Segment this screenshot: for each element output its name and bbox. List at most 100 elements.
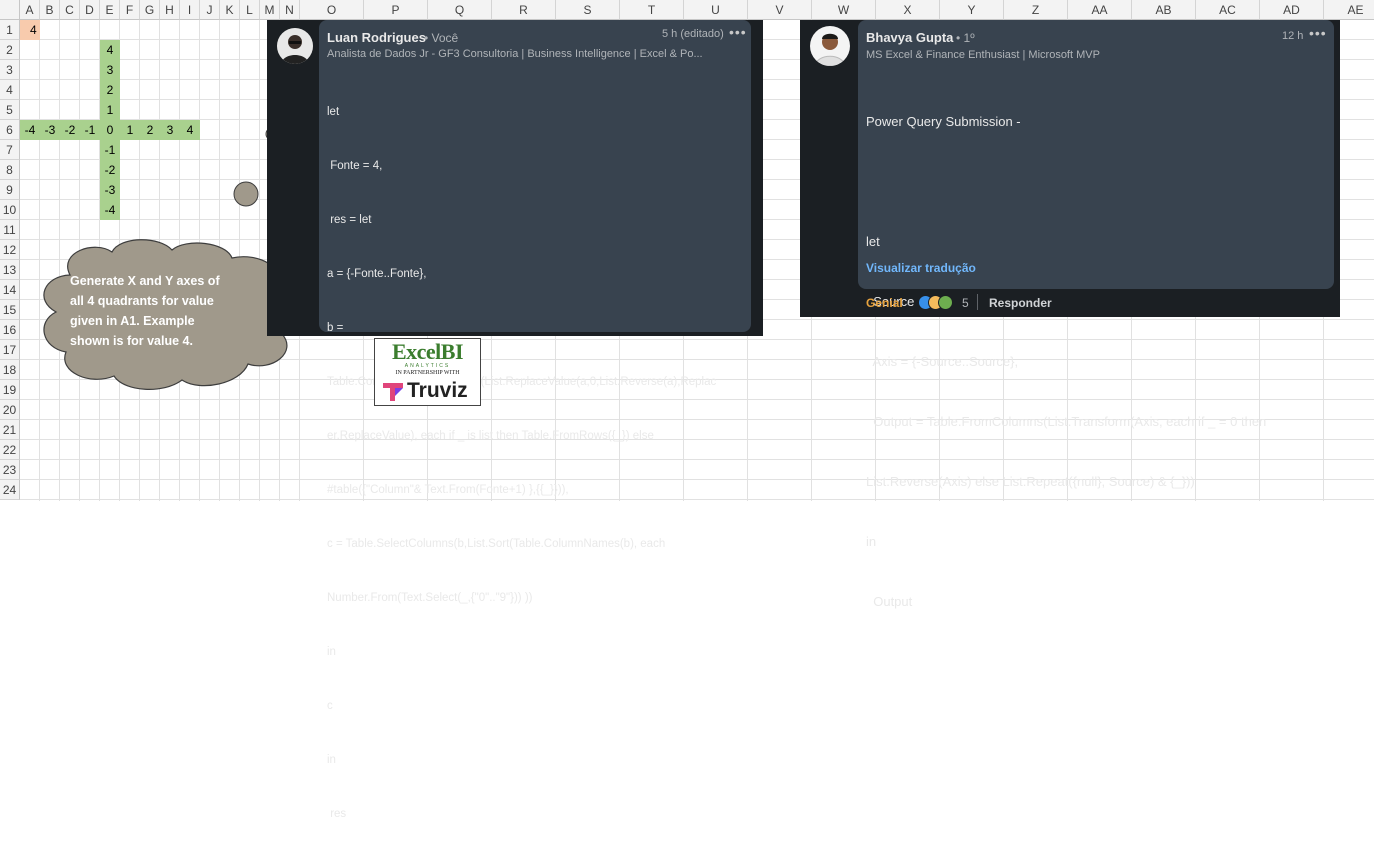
partnership-text: IN PARTNERSHIP WITH bbox=[395, 370, 460, 376]
celebrate-reaction-icon bbox=[938, 295, 953, 310]
column-header-x[interactable]: X bbox=[876, 0, 940, 20]
code-line: let bbox=[327, 106, 340, 118]
row-header-2[interactable]: 2 bbox=[0, 40, 20, 60]
row-header-1[interactable]: 1 bbox=[0, 20, 20, 40]
cell-d6[interactable]: -1 bbox=[80, 120, 100, 140]
column-header-ac[interactable]: AC bbox=[1196, 0, 1260, 20]
column-header-t[interactable]: T bbox=[620, 0, 684, 20]
cell-f6[interactable]: 1 bbox=[120, 120, 140, 140]
cell-e6[interactable]: 0 bbox=[100, 120, 120, 140]
row-header-18[interactable]: 18 bbox=[0, 360, 20, 380]
column-header-h[interactable]: H bbox=[160, 0, 180, 20]
column-header-c[interactable]: C bbox=[60, 0, 80, 20]
commenter-name[interactable]: Luan Rodrigues bbox=[327, 30, 426, 45]
cell-e10[interactable]: -4 bbox=[100, 200, 120, 220]
cloud-line: shown is for value 4. bbox=[70, 334, 193, 348]
comment-bubble: Bhavya Gupta • 1º 12 h ••• MS Excel & Fi… bbox=[858, 20, 1334, 609]
row-header-5[interactable]: 5 bbox=[0, 100, 20, 120]
avatar[interactable] bbox=[810, 26, 850, 66]
truviz-logo-icon bbox=[383, 383, 403, 401]
row-header-13[interactable]: 13 bbox=[0, 260, 20, 280]
cell-g6[interactable]: 2 bbox=[140, 120, 160, 140]
row-header-17[interactable]: 17 bbox=[0, 340, 20, 360]
cell-e8[interactable]: -2 bbox=[100, 160, 120, 180]
more-options-icon[interactable]: ••• bbox=[729, 24, 747, 40]
cloud-callout-text: Generate X and Y axes of all 4 quadrants… bbox=[70, 271, 270, 351]
row-header-21[interactable]: 21 bbox=[0, 420, 20, 440]
cell-h6[interactable]: 3 bbox=[160, 120, 180, 140]
column-header-aa[interactable]: AA bbox=[1068, 0, 1132, 20]
column-header-m[interactable]: M bbox=[260, 0, 280, 20]
cell-e9[interactable]: -3 bbox=[100, 180, 120, 200]
column-header-g[interactable]: G bbox=[140, 0, 160, 20]
column-header-q[interactable]: Q bbox=[428, 0, 492, 20]
row-header-22[interactable]: 22 bbox=[0, 440, 20, 460]
excelbi-sub: ANALYTICS bbox=[404, 363, 451, 369]
comment-time: 12 h bbox=[1282, 30, 1304, 42]
code-line: er.ReplaceValue), each if _ is list then… bbox=[327, 430, 654, 442]
row-header-20[interactable]: 20 bbox=[0, 400, 20, 420]
row-header-16[interactable]: 16 bbox=[0, 320, 20, 340]
avatar-photo-icon bbox=[277, 28, 313, 64]
column-header-b[interactable]: B bbox=[40, 0, 60, 20]
column-header-ad[interactable]: AD bbox=[1260, 0, 1324, 20]
column-header-w[interactable]: W bbox=[812, 0, 876, 20]
cell-c6[interactable]: -2 bbox=[60, 120, 80, 140]
cloud-line: given in A1. Example bbox=[70, 314, 195, 328]
column-header-j[interactable]: J bbox=[200, 0, 220, 20]
cell-e3[interactable]: 3 bbox=[100, 60, 120, 80]
row-header-8[interactable]: 8 bbox=[0, 160, 20, 180]
cell-i6[interactable]: 4 bbox=[180, 120, 200, 140]
row-header-14[interactable]: 14 bbox=[0, 280, 20, 300]
column-header-ae[interactable]: AE bbox=[1324, 0, 1374, 20]
cell-e7[interactable]: -1 bbox=[100, 140, 120, 160]
column-header-f[interactable]: F bbox=[120, 0, 140, 20]
column-header-l[interactable]: L bbox=[240, 0, 260, 20]
cell-b6[interactable]: -3 bbox=[40, 120, 60, 140]
cell-a6[interactable]: -4 bbox=[20, 120, 40, 140]
column-header-n[interactable]: N bbox=[280, 0, 300, 20]
row-header-23[interactable]: 23 bbox=[0, 460, 20, 480]
code-line: List.Reverse(Axis) else List.Repeat({nul… bbox=[866, 474, 1195, 489]
column-header-u[interactable]: U bbox=[684, 0, 748, 20]
column-header-r[interactable]: R bbox=[492, 0, 556, 20]
column-header-p[interactable]: P bbox=[364, 0, 428, 20]
row-header-4[interactable]: 4 bbox=[0, 80, 20, 100]
reaction-label[interactable]: Genial bbox=[866, 296, 903, 310]
avatar[interactable] bbox=[277, 28, 313, 64]
row-header-15[interactable]: 15 bbox=[0, 300, 20, 320]
reaction-icons[interactable] bbox=[918, 295, 960, 310]
column-header-k[interactable]: K bbox=[220, 0, 240, 20]
row-header-11[interactable]: 11 bbox=[0, 220, 20, 240]
column-header-a[interactable]: A bbox=[20, 0, 40, 20]
column-header-o[interactable]: O bbox=[300, 0, 364, 20]
column-header-i[interactable]: I bbox=[180, 0, 200, 20]
cell-a1[interactable]: 4 bbox=[20, 20, 40, 40]
row-header-10[interactable]: 10 bbox=[0, 200, 20, 220]
see-translation-link[interactable]: Visualizar tradução bbox=[866, 261, 976, 275]
row-header-12[interactable]: 12 bbox=[0, 240, 20, 260]
code-line: res = let bbox=[327, 214, 372, 226]
row-header-24[interactable]: 24 bbox=[0, 480, 20, 500]
cell-e4[interactable]: 2 bbox=[100, 80, 120, 100]
column-header-ab[interactable]: AB bbox=[1132, 0, 1196, 20]
cell-e2[interactable]: 4 bbox=[100, 40, 120, 60]
commenter-name[interactable]: Bhavya Gupta bbox=[866, 30, 953, 45]
row-header-3[interactable]: 3 bbox=[0, 60, 20, 80]
row-header-7[interactable]: 7 bbox=[0, 140, 20, 160]
column-header-v[interactable]: V bbox=[748, 0, 812, 20]
select-all-corner[interactable] bbox=[0, 0, 20, 20]
column-header-d[interactable]: D bbox=[80, 0, 100, 20]
row-header-9[interactable]: 9 bbox=[0, 180, 20, 200]
row-header-6[interactable]: 6 bbox=[0, 120, 20, 140]
connection-badge: • 1º bbox=[956, 31, 975, 45]
more-options-icon[interactable]: ••• bbox=[1309, 25, 1327, 41]
column-header-e[interactable]: E bbox=[100, 0, 120, 20]
reply-button[interactable]: Responder bbox=[989, 296, 1052, 310]
row-header-19[interactable]: 19 bbox=[0, 380, 20, 400]
column-header-z[interactable]: Z bbox=[1004, 0, 1068, 20]
cell-e5[interactable]: 1 bbox=[100, 100, 120, 120]
column-header-y[interactable]: Y bbox=[940, 0, 1004, 20]
column-header-s[interactable]: S bbox=[556, 0, 620, 20]
